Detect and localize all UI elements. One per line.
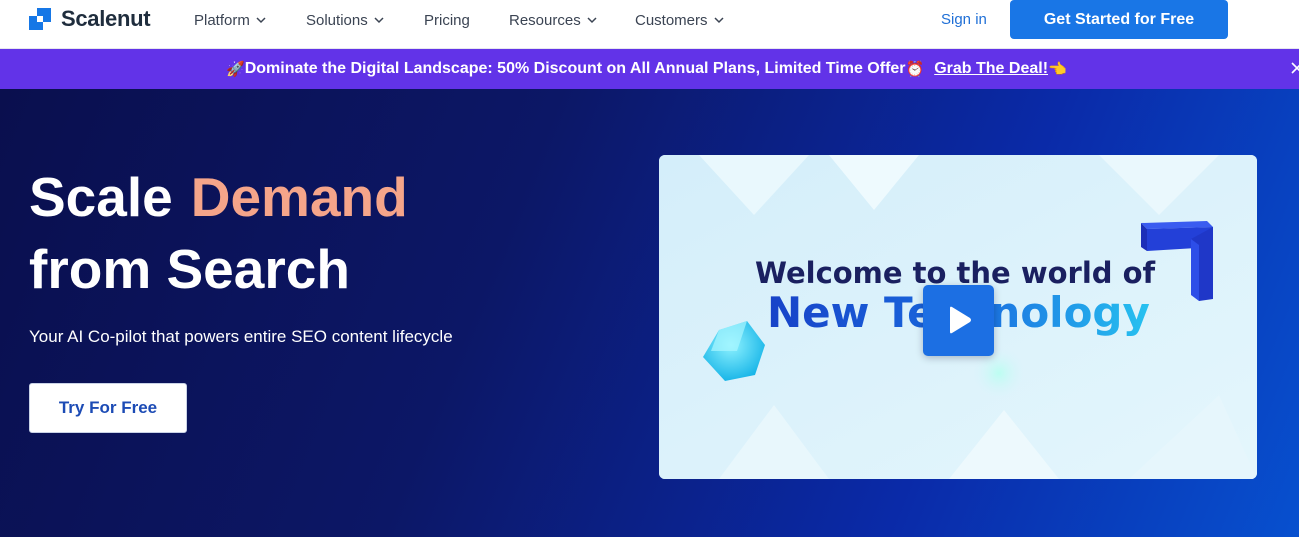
- top-nav: Scalenut Platform Solutions Pricing Reso…: [0, 0, 1299, 49]
- nav-item-pricing[interactable]: Pricing: [424, 11, 470, 29]
- rocket-icon: 🚀: [226, 60, 245, 78]
- nav-item-label: Solutions: [306, 11, 368, 29]
- alarm-clock-icon: ⏰: [905, 60, 925, 78]
- chevron-down-icon: [587, 17, 597, 24]
- hero-subtitle: Your AI Co-pilot that powers entire SEO …: [29, 327, 453, 346]
- logo[interactable]: Scalenut: [29, 6, 151, 31]
- hero-title: Scale Demand from Search: [29, 161, 589, 305]
- nav-item-label: Platform: [194, 11, 250, 29]
- promo-content: 🚀 Dominate the Digital Landscape: 50% Di…: [226, 60, 1067, 78]
- nav-item-platform[interactable]: Platform: [194, 11, 267, 29]
- close-icon[interactable]: [1290, 61, 1299, 75]
- try-for-free-button[interactable]: Try For Free: [29, 383, 187, 433]
- logo-text: Scalenut: [61, 6, 151, 31]
- grab-deal-link[interactable]: Grab The Deal!: [934, 60, 1048, 78]
- video-player[interactable]: Welcome to the world of New Technology: [659, 155, 1257, 479]
- sign-in-link[interactable]: Sign in: [941, 11, 987, 28]
- nav-item-customers[interactable]: Customers: [635, 11, 725, 29]
- hero-title-part1: Scale: [29, 166, 173, 228]
- chevron-down-icon: [714, 17, 724, 24]
- pointing-hand-icon: 👈: [1048, 60, 1067, 78]
- nav-item-label: Pricing: [424, 11, 470, 29]
- scalenut-logo-icon: [29, 8, 51, 30]
- chevron-down-icon: [256, 17, 266, 24]
- play-button[interactable]: [923, 285, 994, 356]
- promo-banner: 🚀 Dominate the Digital Landscape: 50% Di…: [0, 49, 1299, 89]
- hero-title-part2: from Search: [29, 238, 350, 300]
- promo-text: Dominate the Digital Landscape: 50% Disc…: [244, 60, 906, 77]
- play-icon: [950, 306, 971, 334]
- nav-item-solutions[interactable]: Solutions: [306, 11, 385, 29]
- hero-section: Scale Demand from Search Your AI Co-pilot…: [0, 89, 1299, 537]
- hero-title-accent: Demand: [190, 166, 408, 228]
- chevron-down-icon: [374, 17, 384, 24]
- nav-item-label: Resources: [509, 11, 581, 29]
- nav-item-resources[interactable]: Resources: [509, 11, 598, 29]
- get-started-button[interactable]: Get Started for Free: [1010, 0, 1228, 39]
- nav-item-label: Customers: [635, 11, 708, 29]
